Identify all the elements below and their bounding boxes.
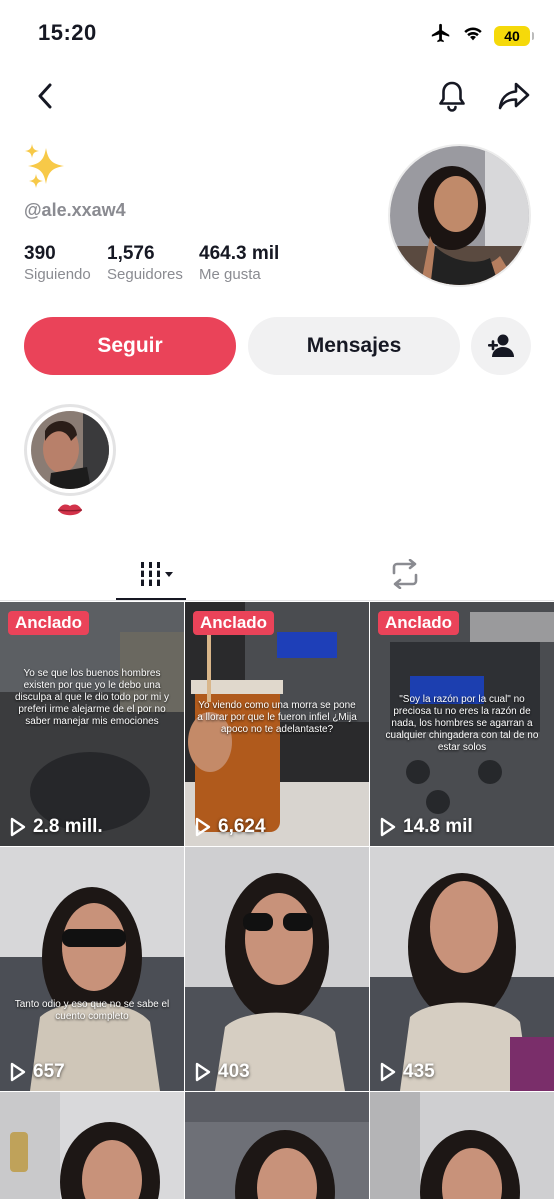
view-count: 14.8 mil	[379, 816, 473, 838]
video-thumbnail[interactable]: 403	[185, 847, 369, 1091]
messages-button[interactable]: Mensajes	[248, 317, 460, 375]
view-count-value: 14.8 mil	[403, 816, 473, 837]
video-thumbnail[interactable]: Anclado Yo viendo como una morra se pone…	[185, 602, 369, 846]
status-time: 15:20	[38, 20, 97, 45]
stat-followers-label: Seguidores	[107, 266, 183, 283]
lips-emoji-icon	[56, 500, 84, 520]
view-count: 657	[9, 1061, 65, 1083]
video-caption: Yo se que los buenos hombres existen por…	[15, 668, 169, 727]
stat-following-value: 390	[24, 243, 56, 264]
share-arrow-icon	[498, 82, 530, 110]
airplane-icon	[430, 22, 452, 49]
view-count-value: 403	[218, 1061, 250, 1082]
stat-followers-value: 1,576	[107, 243, 155, 264]
view-count: 403	[194, 1061, 250, 1083]
pinned-badge: Anclado	[8, 611, 90, 635]
grid-icon	[139, 562, 173, 586]
profile-avatar[interactable]	[388, 144, 531, 287]
video-thumbnail[interactable]: Anclado "Soy la razón por la cual" no pr…	[370, 602, 554, 846]
video-thumbnail[interactable]: 435	[370, 847, 554, 1091]
back-button[interactable]	[28, 78, 64, 114]
stat-likes-value: 464.3 mil	[199, 243, 280, 264]
video-thumbnail[interactable]: Anclado Yo se que los buenos hombres exi…	[0, 602, 184, 846]
view-count-value: 435	[403, 1061, 435, 1082]
play-icon	[195, 817, 211, 837]
tab-videos[interactable]	[116, 548, 186, 600]
view-count-value: 6,624	[218, 816, 266, 837]
bell-icon	[439, 81, 465, 112]
follow-button[interactable]: Seguir	[24, 317, 236, 375]
play-icon	[10, 1062, 26, 1082]
video-thumbnail[interactable]: Tanto odio y eso que no se sabe el cuent…	[0, 847, 184, 1091]
chevron-left-icon	[38, 83, 52, 109]
play-icon	[380, 817, 396, 837]
video-caption: Yo viendo como una morra se pone a llora…	[197, 700, 357, 735]
view-count: 6,624	[194, 816, 266, 838]
stat-likes[interactable]: 464.3 mil Me gusta	[199, 242, 279, 284]
suggested-accounts-button[interactable]	[471, 317, 531, 375]
notification-bell-button[interactable]	[434, 78, 470, 114]
view-count: 435	[379, 1061, 435, 1083]
video-thumbnail[interactable]	[185, 1092, 369, 1199]
tab-reposts[interactable]	[370, 548, 440, 600]
video-thumbnail[interactable]	[370, 1092, 554, 1199]
repost-icon	[392, 559, 418, 589]
stat-followers[interactable]: 1,576 Seguidores	[107, 242, 183, 284]
story-highlight[interactable]	[24, 404, 116, 496]
wifi-icon	[462, 24, 484, 47]
play-icon	[195, 1062, 211, 1082]
status-bar: 15:20 40	[0, 0, 554, 66]
stat-following-label: Siguiendo	[24, 266, 91, 283]
battery-icon: 40	[494, 25, 534, 46]
stat-following[interactable]: 390 Siguiendo	[24, 242, 91, 284]
play-icon	[10, 817, 26, 837]
share-button[interactable]	[494, 78, 534, 114]
video-caption: Tanto odio y eso que no se sabe el cuent…	[14, 999, 170, 1022]
video-caption: "Soy la razón por la cual" no preciosa t…	[385, 694, 539, 753]
view-count-value: 2.8 mill.	[33, 816, 103, 837]
profile-username: @ale.xxaw4	[24, 200, 126, 220]
pinned-badge: Anclado	[378, 611, 460, 635]
status-icons: 40	[430, 22, 534, 49]
view-count: 2.8 mill.	[9, 816, 103, 838]
stat-likes-label: Me gusta	[199, 266, 261, 283]
pinned-badge: Anclado	[193, 611, 275, 635]
view-count-value: 657	[33, 1061, 65, 1082]
add-user-icon	[488, 334, 514, 357]
sparkles-emoji-icon	[22, 142, 76, 192]
play-icon	[380, 1062, 396, 1082]
video-thumbnail[interactable]	[0, 1092, 184, 1199]
tabs-divider	[0, 600, 554, 601]
